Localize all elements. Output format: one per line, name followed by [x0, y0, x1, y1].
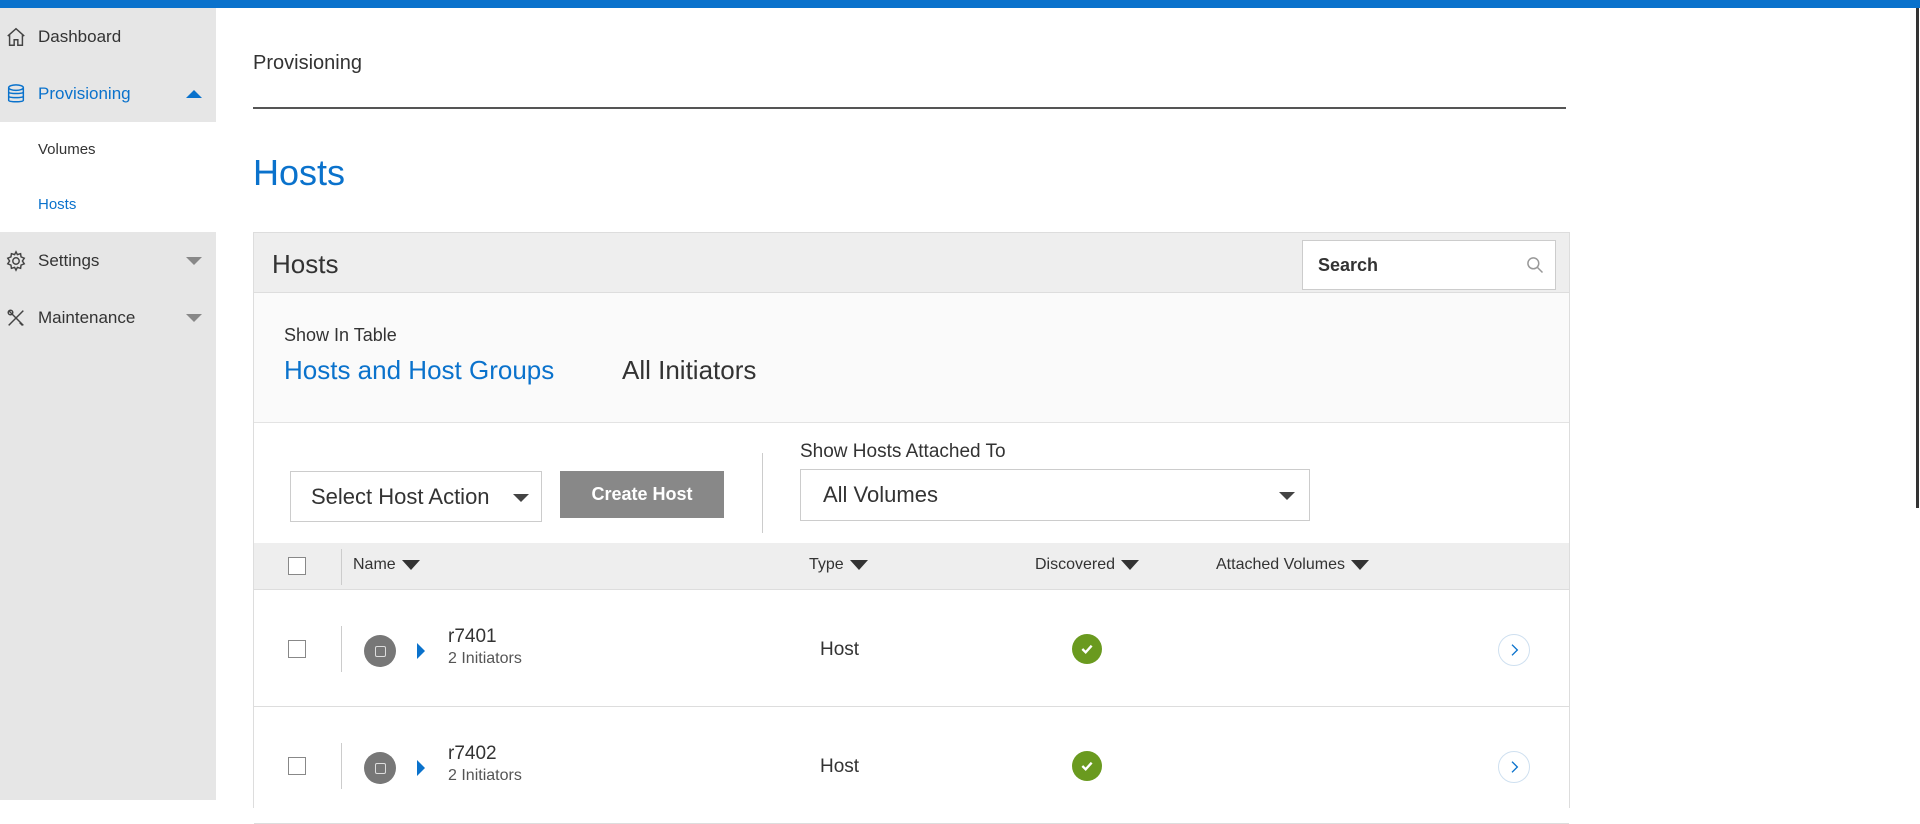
attached-volumes-value: All Volumes — [823, 482, 938, 507]
divider — [341, 626, 342, 672]
attached-volumes-dropdown[interactable]: All Volumes — [800, 469, 1310, 521]
table-row[interactable]: r7401 2 Initiators Host — [254, 590, 1569, 707]
sidebar-item-dashboard[interactable]: Dashboard — [0, 8, 216, 65]
table-row[interactable]: r7402 2 Initiators Host — [254, 707, 1569, 824]
row-checkbox[interactable] — [288, 640, 306, 658]
chevron-down-icon — [186, 256, 202, 265]
filter-toolbar: Select Host Action Create Host Show Host… — [254, 423, 1569, 543]
sidebar-item-hosts[interactable]: Hosts — [0, 177, 216, 232]
create-host-button[interactable]: Create Host — [560, 471, 724, 518]
chevron-right-icon[interactable] — [1498, 751, 1530, 783]
sort-icon — [1350, 560, 1369, 570]
column-header-type[interactable]: Type — [809, 556, 868, 574]
sidebar: Dashboard Provisioning Volumes Hosts Set… — [0, 8, 216, 800]
expand-arrow-icon[interactable] — [417, 643, 425, 659]
host-name: r7401 — [448, 626, 497, 647]
chevron-up-icon — [186, 89, 202, 98]
host-icon — [364, 752, 396, 784]
home-icon — [4, 25, 28, 49]
tab-all-initiators[interactable]: All Initiators — [622, 355, 756, 386]
sidebar-item-label: Maintenance — [38, 307, 136, 327]
column-header-discovered[interactable]: Discovered — [1035, 556, 1140, 574]
host-type: Host — [820, 639, 860, 660]
select-host-action-value: Select Host Action — [311, 483, 490, 509]
attached-to-label: Show Hosts Attached To — [800, 441, 1006, 462]
top-accent-bar — [0, 0, 1920, 8]
chevron-right-icon[interactable] — [1498, 634, 1530, 666]
hosts-panel: Hosts Search Show In Table Hosts and Hos… — [253, 232, 1570, 824]
host-name: r7402 — [448, 743, 497, 764]
column-header-label: Discovered — [1035, 556, 1116, 573]
divider — [253, 107, 1566, 109]
database-icon — [4, 82, 28, 106]
sidebar-item-label: Settings — [38, 250, 100, 270]
sort-icon — [1121, 560, 1140, 570]
select-host-action-dropdown[interactable]: Select Host Action — [290, 471, 542, 522]
chevron-down-icon — [513, 494, 529, 502]
search-icon — [1525, 255, 1545, 280]
table-header: Name Type Discovered Attached Volumes — [254, 543, 1569, 590]
column-header-attached-volumes[interactable]: Attached Volumes — [1216, 556, 1369, 574]
sidebar-item-settings[interactable]: Settings — [0, 232, 216, 289]
expand-arrow-icon[interactable] — [417, 760, 425, 776]
select-all-checkbox[interactable] — [288, 557, 306, 575]
panel-header: Hosts Search — [254, 233, 1569, 293]
sort-icon — [401, 560, 420, 570]
provisioning-submenu: Volumes Hosts — [0, 122, 216, 232]
column-header-label: Name — [353, 556, 396, 573]
window-edge — [1916, 8, 1919, 508]
gear-icon — [4, 249, 28, 273]
chevron-down-icon — [1279, 492, 1295, 500]
breadcrumb[interactable]: Provisioning — [253, 52, 362, 75]
sort-icon — [849, 560, 868, 570]
show-in-table-label: Show In Table — [284, 325, 397, 345]
host-icon — [364, 635, 396, 667]
divider — [341, 743, 342, 789]
column-header-name[interactable]: Name — [353, 556, 420, 574]
host-initiators: 2 Initiators — [448, 650, 522, 667]
divider — [762, 453, 763, 533]
search-label: Search — [1318, 254, 1379, 275]
host-type: Host — [820, 756, 860, 777]
column-header-label: Attached Volumes — [1216, 556, 1345, 573]
divider — [341, 549, 342, 585]
tab-hosts-and-host-groups[interactable]: Hosts and Host Groups — [284, 355, 554, 386]
tools-icon — [4, 306, 28, 330]
sidebar-item-volumes[interactable]: Volumes — [0, 122, 216, 177]
column-header-label: Type — [809, 556, 844, 573]
search-input[interactable]: Search — [1302, 240, 1556, 290]
chevron-down-icon — [186, 313, 202, 322]
host-initiators: 2 Initiators — [448, 767, 522, 784]
sidebar-item-label: Provisioning — [38, 83, 131, 103]
row-checkbox[interactable] — [288, 757, 306, 775]
page-title: Hosts — [253, 152, 346, 193]
table-view-toggle: Show In Table Hosts and Host Groups All … — [254, 293, 1569, 423]
sidebar-item-provisioning[interactable]: Provisioning — [0, 65, 216, 122]
check-circle-icon — [1072, 634, 1102, 664]
sidebar-item-label: Dashboard — [38, 26, 122, 46]
sidebar-item-maintenance[interactable]: Maintenance — [0, 289, 216, 346]
panel-title: Hosts — [272, 249, 339, 279]
check-circle-icon — [1072, 751, 1102, 781]
